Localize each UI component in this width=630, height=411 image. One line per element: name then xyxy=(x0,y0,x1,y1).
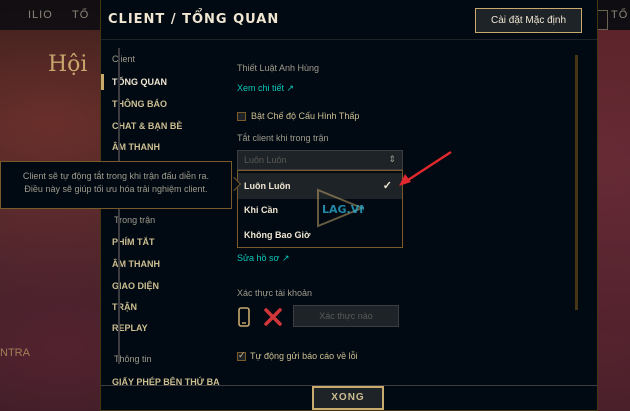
verify-button[interactable]: Xác thực nào xyxy=(293,305,399,327)
sidebar-group-client: Client xyxy=(112,54,136,64)
restore-defaults-button[interactable]: Cài đặt Mặc định xyxy=(475,8,582,33)
view-details-link[interactable]: Xem chi tiết ↗ xyxy=(237,83,294,94)
close-client-label: Tắt client khi trong trận xyxy=(237,133,329,143)
option-label: Không Bao Giờ xyxy=(244,230,311,240)
top-bar-item: TỔ xyxy=(611,9,629,21)
sidebar-item-chat-friends[interactable]: CHAT & BẠN BÈ xyxy=(112,121,182,131)
done-button[interactable]: XONG xyxy=(312,386,384,410)
close-client-select[interactable]: Luôn Luôn ⇕ xyxy=(237,150,403,170)
tooltip-line: Client sẽ tự động tắt trong khi trận đấu… xyxy=(22,171,210,181)
low-spec-checkbox[interactable] xyxy=(237,112,246,121)
svg-text:LAG.VN: LAG.VN xyxy=(322,203,364,216)
tooltip: Client sẽ tự động tắt trong khi trận đấu… xyxy=(0,161,232,209)
auto-report-label: Tự động gửi báo cáo về lỗi xyxy=(250,351,358,361)
check-icon: ✓ xyxy=(382,180,392,192)
sidebar-item-overview[interactable]: TỔNG QUAN xyxy=(112,77,167,87)
sidebar-item-notifications[interactable]: THÔNG BÁO xyxy=(112,99,167,109)
modal-header: CLIENT / TỔNG QUAN Cài đặt Mặc định xyxy=(101,0,597,40)
low-spec-label: Bật Chế độ Cấu Hình Thấp xyxy=(251,111,360,121)
annotation-arrow-icon xyxy=(399,150,452,186)
account-verify-label: Xác thực tài khoản xyxy=(237,288,313,298)
option-label: Khi Cần xyxy=(244,205,279,215)
background-event-text: Hội xyxy=(48,52,88,77)
auto-report-checkbox[interactable] xyxy=(237,350,246,361)
edit-profile-link[interactable]: Sửa hồ sơ ↗ xyxy=(237,253,290,264)
tooltip-line: Điều này sẽ giúp tối ưu hóa trải nghiệm … xyxy=(24,184,208,194)
page-title: CLIENT / TỔNG QUAN xyxy=(108,12,280,27)
top-bar-item: TỔ xyxy=(72,9,90,21)
champion-rules-label: Thiết Luật Anh Hùng xyxy=(237,63,320,73)
content-scrollbar[interactable] xyxy=(575,55,578,310)
top-bar-item: ILIO xyxy=(28,9,53,21)
close-x-icon xyxy=(264,308,282,326)
sidebar-active-indicator xyxy=(101,74,104,90)
option-label: Luôn Luôn xyxy=(244,181,291,191)
background-text: NTRA xyxy=(0,347,30,359)
sidebar-item-game[interactable]: TRẬN xyxy=(112,302,137,312)
sidebar-group-ingame: Trong trận xyxy=(114,215,156,225)
lagvn-watermark-logo: LAG.VN xyxy=(317,188,364,228)
select-value: Luôn Luôn xyxy=(244,155,287,165)
phone-icon xyxy=(238,307,250,327)
